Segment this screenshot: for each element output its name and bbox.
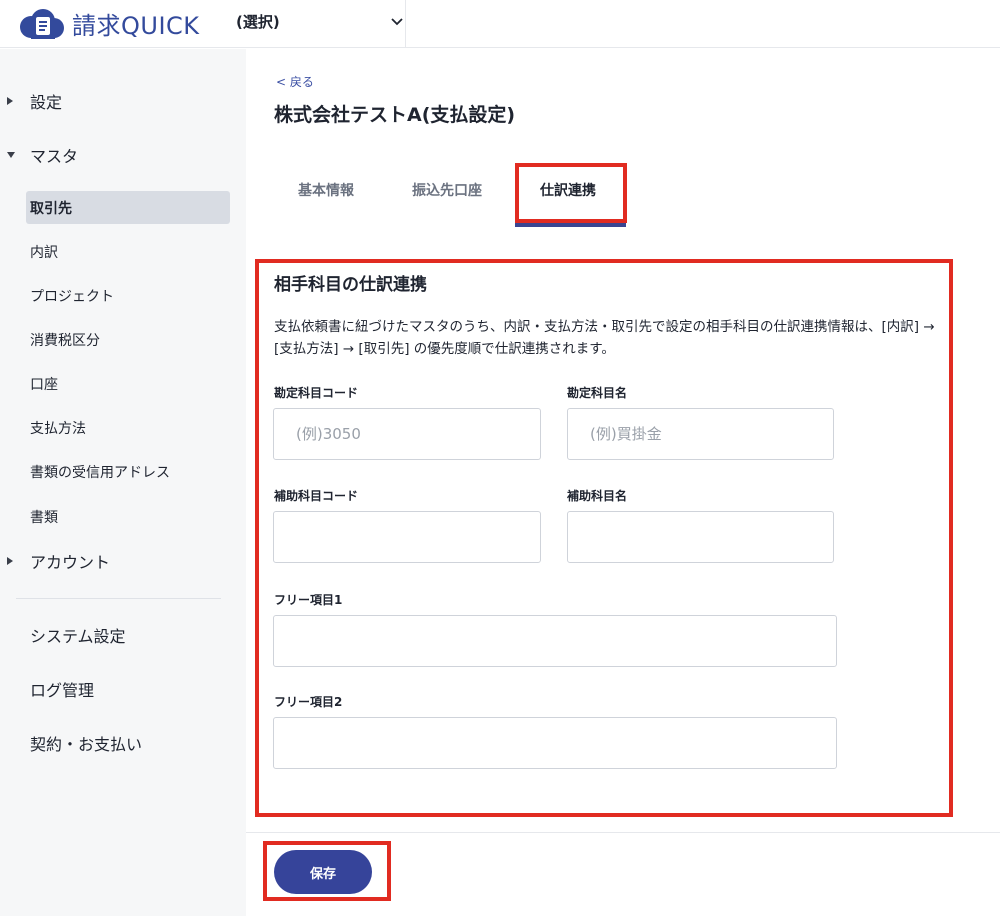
sidebar-item-tax-categories[interactable]: 消費税区分 <box>26 323 230 356</box>
sidebar-group-label: アカウント <box>30 553 111 572</box>
sidebar-item-payment-methods[interactable]: 支払方法 <box>26 411 230 444</box>
highlight-box-form <box>255 259 953 817</box>
tab-basic-info[interactable]: 基本情報 <box>298 180 354 204</box>
sidebar-item-receiving-address[interactable]: 書類の受信用アドレス <box>26 455 230 488</box>
sidebar-item-partners[interactable]: 取引先 <box>26 191 230 224</box>
chevron-down-icon <box>390 12 404 31</box>
sidebar-item-log-management[interactable]: ログ管理 <box>30 677 94 701</box>
highlight-box-save <box>263 841 391 901</box>
sidebar-item-system-settings[interactable]: システム設定 <box>30 623 126 647</box>
sidebar-item-breakdown[interactable]: 内訳 <box>26 235 230 268</box>
sidebar-group-label: マスタ <box>30 147 79 166</box>
sidebar-item-contract-payment[interactable]: 契約・お支払い <box>30 731 142 755</box>
active-tab-indicator <box>515 223 626 227</box>
header-divider <box>405 0 406 48</box>
caret-down-icon <box>7 152 15 158</box>
caret-right-icon <box>7 97 13 105</box>
organization-select[interactable]: (選択) <box>236 8 404 34</box>
back-link[interactable]: < 戻る <box>276 73 314 90</box>
sidebar-divider <box>16 598 221 599</box>
cloud-document-icon <box>16 8 66 40</box>
caret-right-icon <box>7 557 13 565</box>
sidebar: 設定 マスタ 取引先 内訳 プロジェクト 消費税区分 口座 支払方法 書類の受信… <box>0 49 246 916</box>
footer-divider <box>246 832 1000 833</box>
sidebar-item-accounts[interactable]: 口座 <box>26 367 230 400</box>
sidebar-group-label: 設定 <box>30 93 63 112</box>
sidebar-item-documents[interactable]: 書類 <box>26 500 230 533</box>
app-logo[interactable]: 請求QUICK <box>16 6 200 41</box>
app-header: 請求QUICK (選択) <box>0 0 1000 48</box>
organization-select-label: (選択) <box>236 12 280 31</box>
logo-text: 請求QUICK <box>72 12 200 40</box>
sidebar-item-projects[interactable]: プロジェクト <box>26 279 230 312</box>
page-title: 株式会社テストA(支払設定) <box>274 104 516 126</box>
highlight-box-tab <box>515 163 627 223</box>
tab-transfer-account[interactable]: 振込先口座 <box>412 180 482 204</box>
